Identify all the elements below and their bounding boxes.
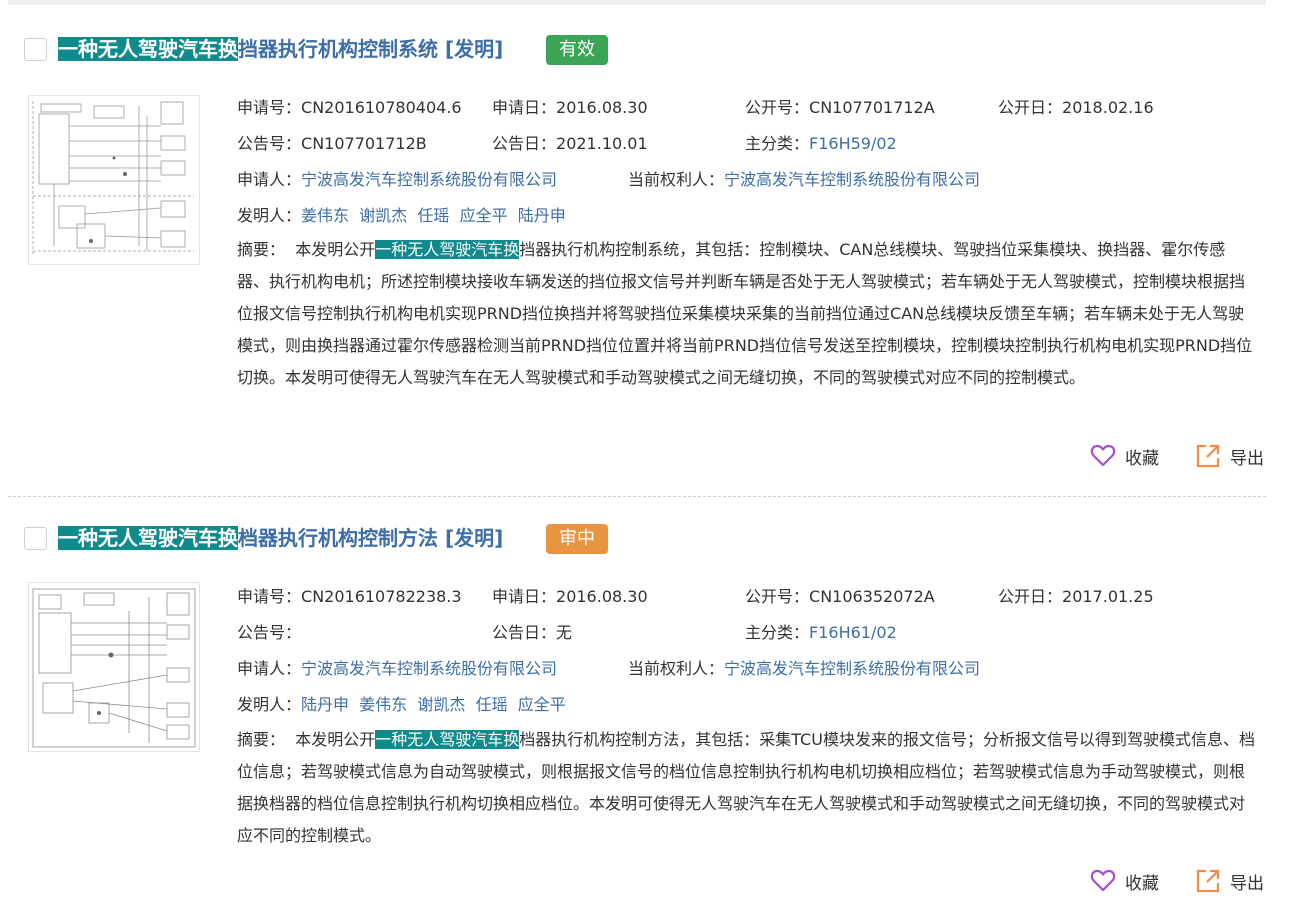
applicant-link[interactable]: 宁波高发汽车控制系统股份有限公司 (301, 659, 557, 678)
status-badge: 有效 (546, 35, 608, 65)
title-rest: 档器执行机构控制方法 [发明] (238, 526, 504, 550)
inventor-link[interactable]: 谢凯杰 (417, 695, 465, 714)
top-separator (8, 0, 1266, 5)
record-divider (8, 496, 1266, 497)
inventor-link[interactable]: 陆丹申 (301, 695, 349, 714)
pub-no-label: 公开号： (745, 98, 810, 117)
inventor-link[interactable]: 陆丹申 (518, 206, 566, 225)
abstract-text: 挡器执行机构控制系统，其包括：控制模块、CAN总线模块、驾驶挡位采集模块、换挡器… (237, 240, 1253, 387)
grant-no-label: 公告号： (237, 623, 302, 642)
app-date-value: 2016.08.30 (556, 587, 648, 606)
abstract-text: 本发明公开 (295, 730, 376, 749)
abstract-text: 本发明公开 (295, 240, 376, 259)
select-checkbox[interactable] (24, 527, 47, 550)
inventor-link[interactable]: 谢凯杰 (359, 206, 407, 225)
export-button[interactable]: 导出 (1195, 442, 1264, 470)
export-button[interactable]: 导出 (1195, 867, 1264, 895)
abstract-highlight: 一种无人驾驶汽车换 (375, 240, 520, 259)
inventor-link[interactable]: 任瑶 (476, 695, 508, 714)
abstract-label: 摘要： (237, 240, 286, 259)
pub-no-value: CN107701712A (809, 98, 935, 117)
app-date-label: 申请日： (492, 98, 557, 117)
pub-date-value: 2018.02.16 (1062, 98, 1154, 117)
patent-title[interactable]: 一种无人驾驶汽车换档器执行机构控制方法 [发明] (58, 523, 503, 553)
export-label: 导出 (1230, 448, 1264, 469)
favorite-button[interactable]: 收藏 (1090, 867, 1159, 895)
grant-no-label: 公告号： (237, 134, 302, 153)
abstract-label: 摘要： (237, 730, 286, 749)
applicant-link[interactable]: 宁波高发汽车控制系统股份有限公司 (301, 170, 557, 189)
status-badge: 审中 (546, 524, 608, 554)
owner-link[interactable]: 宁波高发汽车控制系统股份有限公司 (724, 659, 980, 678)
circuit-diagram-image (32, 588, 196, 748)
title-highlight: 一种无人驾驶汽车换 (58, 37, 238, 61)
patent-drawing-thumbnail[interactable] (28, 582, 200, 752)
export-icon (1196, 869, 1220, 893)
pub-no-label: 公开号： (745, 587, 810, 606)
app-date-value: 2016.08.30 (556, 98, 648, 117)
grant-date-label: 公告日： (492, 623, 557, 642)
inventor-label: 发明人： (237, 695, 302, 714)
favorite-label: 收藏 (1125, 873, 1159, 894)
owner-link[interactable]: 宁波高发汽车控制系统股份有限公司 (724, 170, 980, 189)
patent-title[interactable]: 一种无人驾驶汽车换挡器执行机构控制系统 [发明] (58, 34, 503, 64)
owner-label: 当前权利人： (628, 170, 725, 189)
applicant-label: 申请人： (237, 659, 302, 678)
grant-no-value: CN107701712B (301, 134, 427, 153)
title-rest: 挡器执行机构控制系统 [发明] (238, 37, 504, 61)
grant-date-label: 公告日： (492, 134, 557, 153)
favorite-button[interactable]: 收藏 (1090, 442, 1159, 470)
grant-date-value: 2021.10.01 (556, 134, 648, 153)
patent-abstract: 摘要： 本发明公开一种无人驾驶汽车换挡器执行机构控制系统，其包括：控制模块、CA… (237, 234, 1257, 394)
export-label: 导出 (1230, 873, 1264, 894)
app-no-label: 申请号： (237, 587, 302, 606)
inventor-link[interactable]: 姜伟东 (301, 206, 349, 225)
select-checkbox[interactable] (24, 38, 47, 61)
app-date-label: 申请日： (492, 587, 557, 606)
inventor-link[interactable]: 应全平 (518, 695, 566, 714)
title-highlight: 一种无人驾驶汽车换 (58, 526, 238, 550)
pub-date-value: 2017.01.25 (1062, 587, 1154, 606)
inventor-link[interactable]: 姜伟东 (359, 695, 407, 714)
pub-date-label: 公开日： (998, 98, 1063, 117)
owner-label: 当前权利人： (628, 659, 725, 678)
heart-icon (1090, 444, 1116, 467)
export-icon (1196, 444, 1220, 468)
heart-icon (1090, 869, 1116, 892)
patent-drawing-thumbnail[interactable] (28, 95, 200, 265)
main-class-label: 主分类： (745, 134, 810, 153)
applicant-label: 申请人： (237, 170, 302, 189)
inventor-label: 发明人： (237, 206, 302, 225)
inventor-link[interactable]: 任瑶 (417, 206, 449, 225)
main-class-label: 主分类： (745, 623, 810, 642)
patent-abstract: 摘要： 本发明公开一种无人驾驶汽车换档器执行机构控制方法，其包括：采集TCU模块… (237, 724, 1257, 852)
circuit-diagram-image (32, 101, 194, 256)
favorite-label: 收藏 (1125, 448, 1159, 469)
pub-date-label: 公开日： (998, 587, 1063, 606)
main-class-link[interactable]: F16H59/02 (809, 134, 897, 153)
abstract-highlight: 一种无人驾驶汽车换 (375, 730, 520, 749)
pub-no-value: CN106352072A (809, 587, 935, 606)
app-no-value: CN201610780404.6 (301, 98, 462, 117)
app-no-value: CN201610782238.3 (301, 587, 462, 606)
main-class-link[interactable]: F16H61/02 (809, 623, 897, 642)
app-no-label: 申请号： (237, 98, 302, 117)
inventor-link[interactable]: 应全平 (460, 206, 508, 225)
grant-date-value: 无 (556, 623, 573, 642)
